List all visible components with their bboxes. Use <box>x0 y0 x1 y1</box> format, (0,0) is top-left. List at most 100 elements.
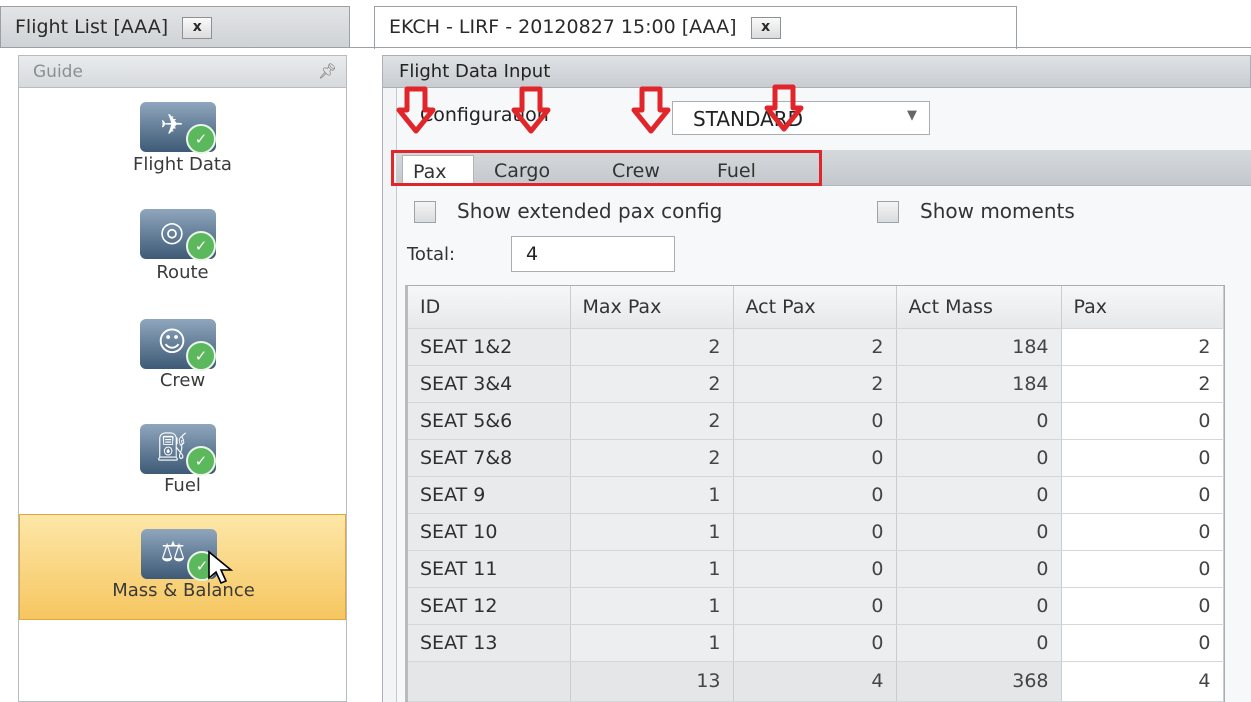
cell-id: SEAT 1&2 <box>408 328 571 366</box>
total-field[interactable]: 4 <box>511 236 675 272</box>
tab-label: Flight List [AAA] <box>15 16 169 38</box>
cell-id: SEAT 7&8 <box>408 439 571 477</box>
guide-header: Guide <box>18 55 347 88</box>
cell-max-pax: 1 <box>570 550 734 588</box>
table-row: SEAT 10 1 0 0 0 <box>408 513 1224 551</box>
pax-table: ID Max Pax Act Pax Act Mass Pax SEAT 1&2… <box>408 286 1224 702</box>
cell-pax[interactable]: 0 <box>1061 439 1224 477</box>
table-row: SEAT 13 1 0 0 0 <box>408 624 1224 662</box>
close-icon[interactable]: x <box>750 16 781 39</box>
chevron-down-icon: ▼ <box>907 108 917 123</box>
mouse-cursor-icon <box>208 550 234 585</box>
cell-max-pax: 2 <box>570 439 734 477</box>
nav-item-flight-data[interactable]: ✈ ✓ Flight Data <box>19 98 346 190</box>
check-icon: ✓ <box>186 446 216 476</box>
cell-act-mass: 0 <box>896 587 1062 625</box>
cell-act-pax: 0 <box>733 624 897 662</box>
cell-act-pax: 0 <box>733 587 897 625</box>
pin-icon[interactable]: 📌︎ <box>318 62 337 80</box>
check-icon: ✓ <box>186 124 216 154</box>
nav-item-label: Crew <box>159 370 206 391</box>
cell-id: SEAT 12 <box>408 587 571 625</box>
cell-act-mass: 184 <box>896 328 1062 366</box>
nav-item-label: Route <box>156 262 209 283</box>
down-arrow-icon <box>396 86 436 134</box>
cell-id: SEAT 11 <box>408 550 571 588</box>
tab-divider <box>0 47 1251 48</box>
check-icon: ✓ <box>186 231 216 261</box>
cell-max-pax: 2 <box>570 365 734 403</box>
table-row: SEAT 91000 <box>408 476 1224 514</box>
cell-act-mass: 184 <box>896 365 1062 403</box>
cell-act-mass: 0 <box>896 624 1062 662</box>
table-row: SEAT 7&8 2 0 0 0 <box>408 439 1224 477</box>
cell-id: SEAT 9 <box>408 476 571 514</box>
cell-pax[interactable]: 0 <box>1061 513 1224 551</box>
cell-act-pax: 2 <box>733 365 897 403</box>
cell-max-pax: 1 <box>570 624 734 662</box>
extended-pax-label: Show extended pax config <box>457 199 723 223</box>
cell-id: SEAT 3&4 <box>408 365 571 403</box>
crew-icon: ☺ ✓ <box>140 319 216 371</box>
cell-max-pax: 2 <box>570 328 734 366</box>
table-row: SEAT 11 1 0 0 0 <box>408 550 1224 588</box>
globe-icon: ◎ ✓ <box>140 209 216 261</box>
panel-header: Flight Data Input <box>382 55 1251 88</box>
cell-act-pax: 0 <box>733 439 897 477</box>
cell-pax[interactable]: 2 <box>1061 365 1224 403</box>
tab-flight-list[interactable]: Flight List [AAA] x <box>0 6 350 48</box>
nav-item-label: Mass & Balance <box>112 580 255 601</box>
cell-act-mass: 0 <box>896 402 1062 440</box>
show-moments-checkbox[interactable] <box>877 201 899 223</box>
nav-item-label: Flight Data <box>133 154 232 175</box>
cell-pax[interactable]: 0 <box>1061 587 1224 625</box>
cell-act-pax: 2 <box>733 328 897 366</box>
cell-pax[interactable]: 0 <box>1061 402 1224 440</box>
nav-item-mass-balance[interactable]: ⚖︎ ✓ Mass & Balance <box>19 514 346 620</box>
column-header[interactable]: Max Pax <box>570 286 734 329</box>
table-row: SEAT 5&6 2 0 0 0 <box>408 402 1224 440</box>
cell-total-max-pax: 13 <box>570 660 734 702</box>
tab-label: EKCH - LIRF - 20120827 15:00 [AAA] <box>389 16 737 38</box>
table-row: SEAT 3&4 2 2 184 2 <box>408 365 1224 403</box>
cell-act-mass: 0 <box>896 476 1062 514</box>
cell-total-act-pax: 4 <box>733 660 897 702</box>
cell-id: SEAT 13 <box>408 624 571 662</box>
column-header[interactable]: ID <box>408 286 571 329</box>
cell-max-pax: 1 <box>570 513 734 551</box>
extended-pax-checkbox[interactable] <box>414 201 436 223</box>
total-label: Total: <box>407 244 456 265</box>
cell-id: SEAT 5&6 <box>408 402 571 440</box>
cell-id: SEAT 10 <box>408 513 571 551</box>
cell-pax[interactable]: 0 <box>1061 550 1224 588</box>
cell-act-pax: 0 <box>733 513 897 551</box>
cell-pax[interactable]: 0 <box>1061 476 1224 514</box>
down-arrow-icon <box>764 84 804 132</box>
column-header[interactable]: Pax <box>1061 286 1224 329</box>
cell-act-mass: 0 <box>896 550 1062 588</box>
nav-item-crew[interactable]: ☺ ✓ Crew <box>19 315 346 407</box>
close-icon[interactable]: x <box>182 16 213 39</box>
cell-max-pax: 2 <box>570 402 734 440</box>
cell-max-pax: 1 <box>570 587 734 625</box>
show-moments-label: Show moments <box>920 199 1075 223</box>
table-row: SEAT 1&2 2 2 184 2 <box>408 328 1224 366</box>
cell-act-pax: 0 <box>733 476 897 514</box>
nav-item-fuel[interactable]: ⛽︎ ✓ Fuel <box>19 420 346 512</box>
cell-act-mass: 0 <box>896 513 1062 551</box>
tab-flight-detail[interactable]: EKCH - LIRF - 20120827 15:00 [AAA] x <box>374 6 1017 49</box>
header-row: ID Max Pax Act Pax Act Mass Pax <box>408 286 1224 329</box>
table-row: SEAT 12 1 0 0 0 <box>408 587 1224 625</box>
guide-title: Guide <box>33 62 83 82</box>
nav-item-label: Fuel <box>164 475 201 496</box>
totals-row: 13 4 368 4 <box>408 660 1224 702</box>
down-arrow-icon <box>631 86 671 134</box>
cell-pax[interactable]: 0 <box>1061 624 1224 662</box>
cell-act-mass: 0 <box>896 439 1062 477</box>
cell-total-pax: 4 <box>1061 660 1224 702</box>
airplane-icon: ✈ ✓ <box>140 102 216 154</box>
column-header[interactable]: Act Pax <box>733 286 897 329</box>
column-header[interactable]: Act Mass <box>896 286 1062 329</box>
nav-item-route[interactable]: ◎ ✓ Route <box>19 205 346 297</box>
cell-pax[interactable]: 2 <box>1061 328 1224 366</box>
